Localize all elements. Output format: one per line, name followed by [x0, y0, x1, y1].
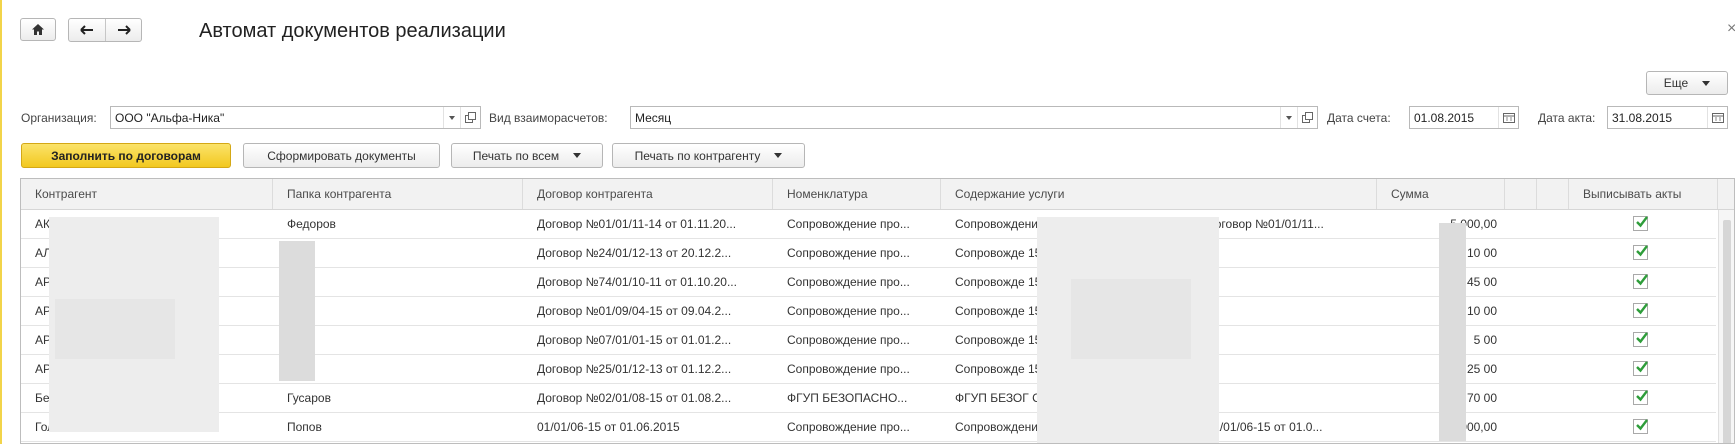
home-button[interactable] [20, 18, 56, 41]
table-header: Контрагент Папка контрагента Договор кон… [21, 179, 1734, 210]
generate-documents-button[interactable]: Сформировать документы [243, 143, 440, 168]
act-date-value: 31.08.2015 [1612, 110, 1673, 125]
cell-nomenclature: Сопровождение про... [787, 246, 910, 260]
settlement-type-dropdown-button[interactable] [1280, 107, 1297, 128]
settlement-type-open-button[interactable] [1297, 107, 1317, 128]
cell-nomenclature: Сопровождение про... [787, 275, 910, 289]
settlement-type-label: Вид взаиморасчетов: [489, 111, 608, 125]
documents-table[interactable]: Контрагент Папка контрагента Договор кон… [20, 178, 1735, 444]
checkmark-icon [1636, 390, 1648, 402]
column-header-sum[interactable]: Сумма [1377, 179, 1505, 209]
print-all-button[interactable]: Печать по всем [451, 143, 603, 168]
issue-acts-checkbox[interactable] [1633, 245, 1648, 260]
invoice-date-value: 01.08.2015 [1414, 110, 1475, 125]
settlement-type-value: Месяц [635, 110, 672, 125]
cell-contract: Договор №01/09/04-15 от 09.04.2... [537, 304, 732, 318]
cell-nomenclature: Сопровождение про... [787, 420, 910, 434]
cell-contract: Договор №02/01/08-15 от 01.08.2... [537, 391, 732, 405]
column-header-blank-2[interactable] [1537, 179, 1569, 209]
print-by-contractor-label: Печать по контрагенту [634, 148, 761, 163]
chevron-down-icon [1286, 115, 1292, 120]
invoice-date-field[interactable]: 01.08.2015 [1409, 106, 1519, 129]
cell-contract: Договор №01/01/11-14 от 01.11.20... [537, 217, 737, 231]
issue-acts-checkbox[interactable] [1633, 332, 1648, 347]
cell-contractor-folder: Гусаров [287, 391, 331, 405]
page-title: Автомат документов реализации [199, 20, 506, 42]
act-date-calendar-button[interactable] [1707, 107, 1727, 128]
cell-contract: Договор №07/01/01-15 от 01.01.2... [537, 333, 732, 347]
cell-nomenclature: Сопровождение про... [787, 217, 910, 231]
cell-contractor-folder: Попов [287, 420, 322, 434]
column-header-contractor-folder[interactable]: Папка контрагента [273, 179, 523, 209]
chevron-down-icon [1702, 80, 1711, 86]
redaction-patch [1071, 279, 1191, 359]
calendar-icon [1502, 113, 1515, 123]
checkmark-icon [1636, 245, 1648, 257]
act-date-field[interactable]: 31.08.2015 [1607, 106, 1728, 129]
chevron-down-icon [573, 153, 582, 158]
cell-contract: Договор №24/01/12-13 от 20.12.2... [537, 246, 732, 260]
arrow-left-icon [80, 25, 93, 35]
redaction-patch [1439, 223, 1466, 441]
act-date-label: Дата акта: [1538, 111, 1596, 125]
scrollbar-thumb[interactable] [1723, 220, 1731, 443]
column-header-nomenclature[interactable]: Номенклатура [773, 179, 941, 209]
cell-contract: Договор №25/01/12-13 от 01.12.2... [537, 362, 732, 376]
cell-nomenclature: ФГУП БЕЗОПАСНО... [787, 391, 908, 405]
window-accent-stripe [0, 0, 2, 444]
column-header-contractor[interactable]: Контрагент [21, 179, 273, 209]
cell-nomenclature: Сопровождение про... [787, 304, 910, 318]
organization-field[interactable]: ООО "Альфа-Ника" [110, 106, 481, 129]
open-icon [1302, 112, 1313, 123]
print-by-contractor-button[interactable]: Печать по контрагенту [612, 143, 805, 168]
fill-by-contracts-button[interactable]: Заполнить по договорам [21, 143, 231, 168]
issue-acts-checkbox[interactable] [1633, 274, 1648, 289]
invoice-date-calendar-button[interactable] [1498, 107, 1518, 128]
redaction-patch [55, 299, 175, 359]
checkmark-icon [1636, 361, 1648, 373]
issue-acts-checkbox[interactable] [1633, 419, 1648, 434]
forward-button[interactable] [105, 19, 141, 41]
vertical-scrollbar[interactable] [1718, 210, 1734, 443]
close-icon[interactable]: × [1727, 20, 1735, 38]
app-window: Автомат документов реализации × Еще Орга… [0, 0, 1735, 444]
chevron-down-icon [449, 115, 455, 120]
home-icon [32, 24, 44, 35]
cell-contract: 01/01/06-15 от 01.06.2015 [537, 420, 680, 434]
organization-label: Организация: [21, 111, 97, 125]
chevron-down-icon [774, 153, 783, 158]
checkmark-icon [1636, 274, 1648, 286]
column-header-service-content[interactable]: Содержание услуги [941, 179, 1377, 209]
more-menu-label: Еще [1663, 76, 1689, 90]
organization-dropdown-button[interactable] [443, 107, 460, 128]
cell-contractor-folder: Федоров [287, 217, 336, 231]
column-header-blank-1[interactable] [1505, 179, 1537, 209]
issue-acts-checkbox[interactable] [1633, 390, 1648, 405]
redaction-patch [279, 241, 315, 381]
history-nav [68, 18, 142, 42]
calendar-icon [1711, 113, 1724, 123]
settlement-type-field[interactable]: Месяц [630, 106, 1318, 129]
cell-nomenclature: Сопровождение про... [787, 333, 910, 347]
checkmark-icon [1636, 303, 1648, 315]
invoice-date-label: Дата счета: [1327, 111, 1391, 125]
issue-acts-checkbox[interactable] [1633, 361, 1648, 376]
checkmark-icon [1636, 216, 1648, 228]
issue-acts-checkbox[interactable] [1633, 216, 1648, 231]
column-header-contract[interactable]: Договор контрагента [523, 179, 773, 209]
back-button[interactable] [69, 19, 105, 41]
organization-open-button[interactable] [460, 107, 480, 128]
checkmark-icon [1636, 419, 1648, 431]
more-menu-button[interactable]: Еще [1646, 71, 1728, 95]
cell-nomenclature: Сопровождение про... [787, 362, 910, 376]
cell-contract: Договор №74/01/10-11 от 01.10.20... [537, 275, 737, 289]
arrow-right-icon [117, 25, 131, 35]
open-icon [465, 112, 476, 123]
organization-value: ООО "Альфа-Ника" [115, 110, 225, 125]
print-all-label: Печать по всем [472, 148, 560, 163]
checkmark-icon [1636, 332, 1648, 344]
column-header-issue-acts[interactable]: Выписывать акты [1569, 179, 1718, 209]
issue-acts-checkbox[interactable] [1633, 303, 1648, 318]
